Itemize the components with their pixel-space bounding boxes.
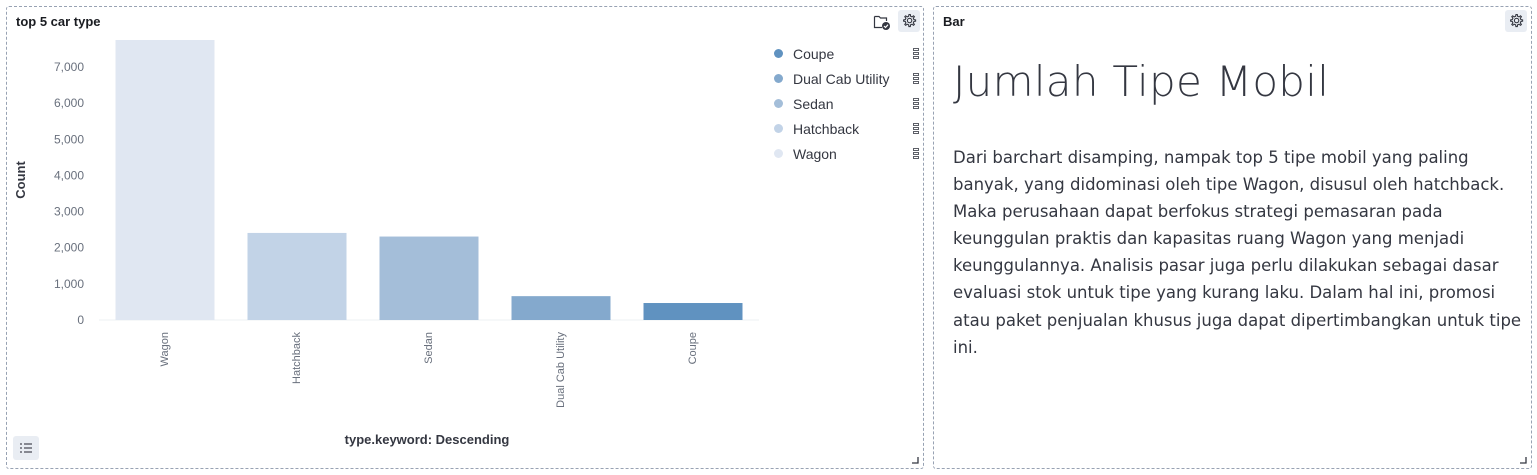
markdown-heading: Jumlah Tipe Mobil (953, 57, 1330, 106)
resize-handle-icon[interactable] (1519, 456, 1527, 464)
legend-label: Sedan (793, 95, 834, 112)
bar[interactable] (115, 40, 215, 320)
legend-item[interactable]: Coupe (772, 41, 922, 66)
panel-title: Bar (943, 14, 965, 29)
markdown-paragraph: Dari barchart disamping, nampak top 5 ti… (953, 148, 1522, 357)
bar[interactable] (379, 236, 479, 320)
legend-toggle-button[interactable] (13, 436, 39, 460)
y-tick-label: 4,000 (54, 168, 84, 182)
chart-legend: Coupe Dual Cab Utility Sedan Hatchback Wagon (772, 41, 922, 166)
y-tick-label: 2,000 (54, 241, 84, 255)
legend-label: Coupe (793, 45, 835, 62)
legend-label: Wagon (793, 145, 837, 162)
legend-options-icon[interactable] (913, 148, 919, 159)
x-axis-labels: Wagon Hatchback Sedan Dual Cab Utility Coupe (159, 332, 699, 408)
gear-icon[interactable] (1505, 10, 1527, 32)
x-tick-label: Wagon (159, 332, 171, 366)
legend-item[interactable]: Dual Cab Utility (772, 66, 922, 91)
y-tick-label: 1,000 (54, 277, 84, 291)
legend-swatch (774, 49, 783, 58)
bar[interactable] (643, 303, 743, 320)
y-tick-label: 5,000 (54, 132, 84, 146)
legend-label: Dual Cab Utility (793, 70, 890, 87)
legend-options-icon[interactable] (913, 73, 919, 84)
legend-label: Hatchback (793, 120, 860, 137)
legend-swatch (774, 124, 783, 133)
x-tick-label: Dual Cab Utility (555, 332, 567, 408)
x-axis-title: type.keyword: Descending (345, 432, 510, 447)
y-tick-label: 3,000 (54, 205, 84, 219)
bar[interactable] (511, 296, 611, 320)
y-tick-label: 0 (77, 313, 84, 327)
x-tick-label: Coupe (687, 332, 699, 364)
y-tick-label: 7,000 (54, 60, 84, 74)
legend-options-icon[interactable] (913, 98, 919, 109)
legend-options-icon[interactable] (913, 123, 919, 134)
legend-item[interactable]: Wagon (772, 141, 922, 166)
resize-handle-icon[interactable] (911, 456, 919, 464)
chart-panel: top 5 car type 0 1,000 2,000 3,000 4,000 5,00… (6, 6, 924, 469)
legend-swatch (774, 74, 783, 83)
x-tick-label: Sedan (423, 332, 435, 364)
list-icon (20, 443, 32, 453)
legend-swatch (774, 149, 783, 158)
legend-options-icon[interactable] (913, 48, 919, 59)
y-axis-ticks: 0 1,000 2,000 3,000 4,000 5,000 6,000 7,000 (54, 60, 84, 327)
y-tick-label: 6,000 (54, 96, 84, 110)
legend-swatch (774, 99, 783, 108)
bar[interactable] (247, 232, 347, 320)
legend-item[interactable]: Hatchback (772, 116, 922, 141)
x-tick-label: Hatchback (291, 332, 303, 384)
y-axis-title: Count (13, 161, 28, 199)
legend-item[interactable]: Sedan (772, 91, 922, 116)
markdown-panel: Bar Jumlah Tipe Mobil Dari barchart disa… (933, 6, 1532, 469)
bars (115, 40, 743, 320)
